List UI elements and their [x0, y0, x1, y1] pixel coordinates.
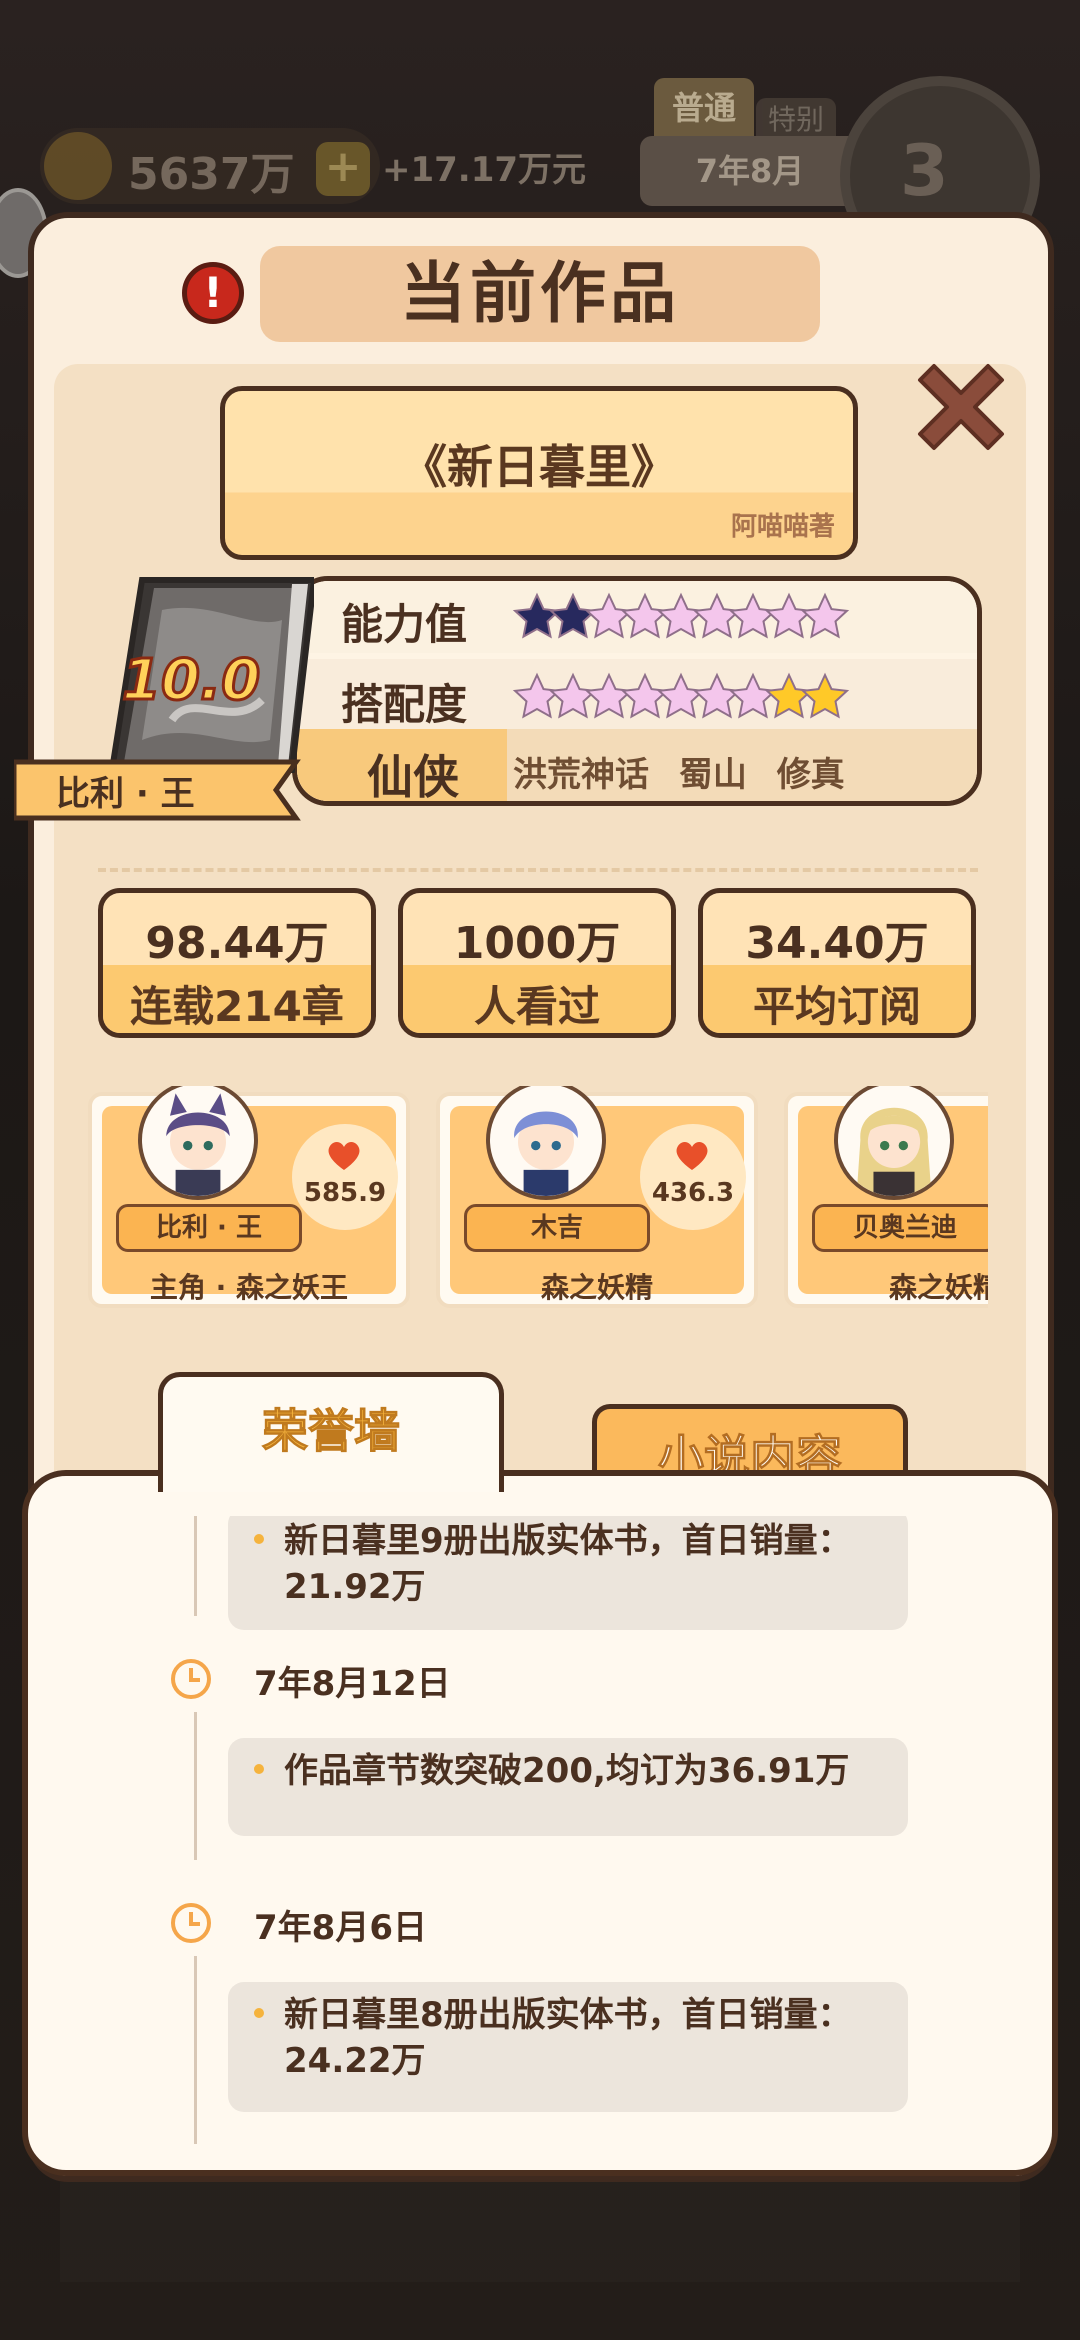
income-rate: +17.17万元 — [382, 150, 587, 190]
character-name: 比利 · 王 — [116, 1204, 302, 1252]
list-item: 新日暮里9册出版实体书，首日销量：21.92万 — [228, 1516, 908, 1630]
metric-label: 连载214章 — [130, 982, 344, 1031]
coin-icon — [44, 132, 112, 200]
event-text: 新日暮里8册出版实体书，首日销量：24.22万 — [284, 1995, 852, 2081]
heart-icon — [676, 1141, 708, 1170]
clock-icon — [171, 1903, 211, 1943]
book-title-box: 《新日暮里》 阿喵喵著 — [220, 386, 858, 560]
tab-honor-wall[interactable]: 荣誉墙 — [158, 1372, 504, 1492]
background-shade — [60, 2182, 1020, 2282]
match-label: 搭配度 — [341, 680, 468, 729]
close-button[interactable] — [906, 352, 1016, 462]
metric-card-subscriptions: 34.40万 平均订阅 — [698, 888, 976, 1038]
metric-value: 34.40万 — [745, 918, 929, 969]
alert-icon[interactable]: ! — [182, 262, 244, 324]
star-icon — [800, 592, 850, 639]
tag-list: 洪荒神话 蜀山 修真 — [513, 747, 863, 796]
character-role: 主角 · 森之妖王 — [149, 1271, 349, 1304]
coin-amount: 5637万 — [128, 149, 295, 200]
author-ribbon-label: 比利 · 王 — [56, 774, 195, 814]
affection-value: 585.9 — [303, 1178, 387, 1208]
clock-number: 3 — [900, 130, 949, 212]
character-role: 森之妖精 — [888, 1271, 988, 1304]
character-card[interactable]: 585.9 比利 · 王 主角 · 森之妖王 — [88, 1086, 410, 1308]
ability-label: 能力值 — [341, 600, 468, 649]
metric-value: 1000万 — [453, 918, 621, 969]
metric-card-words: 98.44万 连载214章 — [98, 888, 376, 1038]
event-date: 7年8月12日 — [254, 1664, 451, 1704]
close-icon — [918, 364, 1004, 450]
character-name: 贝奥兰迪 — [812, 1204, 988, 1252]
add-coins-button[interactable]: + — [316, 142, 370, 196]
metric-label: 平均订阅 — [752, 982, 921, 1031]
list-item: 新日暮里8册出版实体书，首日销量：24.22万 — [228, 1982, 908, 2112]
tag-item: 修真 — [776, 755, 845, 795]
clock-icon — [171, 1659, 211, 1699]
title-plate: 当前作品 — [260, 246, 820, 342]
metric-value: 98.44万 — [145, 918, 329, 969]
tab-label: 荣誉墙 — [262, 1404, 401, 1459]
genre-label: 仙侠 — [367, 750, 459, 804]
book-author: 阿喵喵著 — [730, 512, 835, 542]
character-card[interactable]: 436.3 木吉 森之妖精 — [436, 1086, 758, 1308]
honor-event-list[interactable]: 新日暮里9册出版实体书，首日销量：21.92万 7年8月12日 作品章节数突破2… — [108, 1516, 948, 2144]
book-title: 《新日暮里》 — [401, 440, 677, 494]
character-list[interactable]: 585.9 比利 · 王 主角 · 森之妖王 436.3 木吉 森之妖精 贝奥兰… — [88, 1086, 988, 1316]
mode-tab-normal[interactable]: 普通 — [654, 78, 754, 138]
tag-item: 蜀山 — [678, 755, 747, 795]
page-title: 当前作品 — [400, 255, 680, 332]
honor-wall-panel: 新日暮里9册出版实体书，首日销量：21.92万 7年8月12日 作品章节数突破2… — [22, 1470, 1058, 2176]
event-text: 新日暮里9册出版实体书，首日销量：21.92万 — [284, 1521, 852, 1607]
event-date: 7年8月6日 — [254, 1908, 427, 1948]
character-card[interactable]: 贝奥兰迪 森之妖精 — [784, 1086, 988, 1308]
genre-cell: 仙侠 — [297, 729, 507, 804]
tag-item: 洪荒神话 — [513, 755, 649, 795]
game-date: 7年8月 — [640, 136, 860, 206]
metric-card-views: 1000万 人看过 — [398, 888, 676, 1038]
affection-value: 436.3 — [651, 1178, 735, 1208]
book-score: 10.0 — [120, 647, 261, 715]
section-divider — [98, 868, 978, 872]
star-icon — [800, 672, 850, 719]
metric-label: 人看过 — [473, 982, 600, 1031]
book-stats-box: 能力值 搭配度 仙侠 洪荒神话 蜀山 修真 — [292, 576, 982, 806]
event-text: 作品章节数突破200,均订为36.91万 — [284, 1751, 850, 1791]
list-item: 作品章节数突破200,均订为36.91万 — [228, 1738, 908, 1836]
character-name: 木吉 — [464, 1204, 650, 1252]
heart-icon — [328, 1141, 360, 1170]
character-role: 森之妖精 — [540, 1271, 653, 1304]
